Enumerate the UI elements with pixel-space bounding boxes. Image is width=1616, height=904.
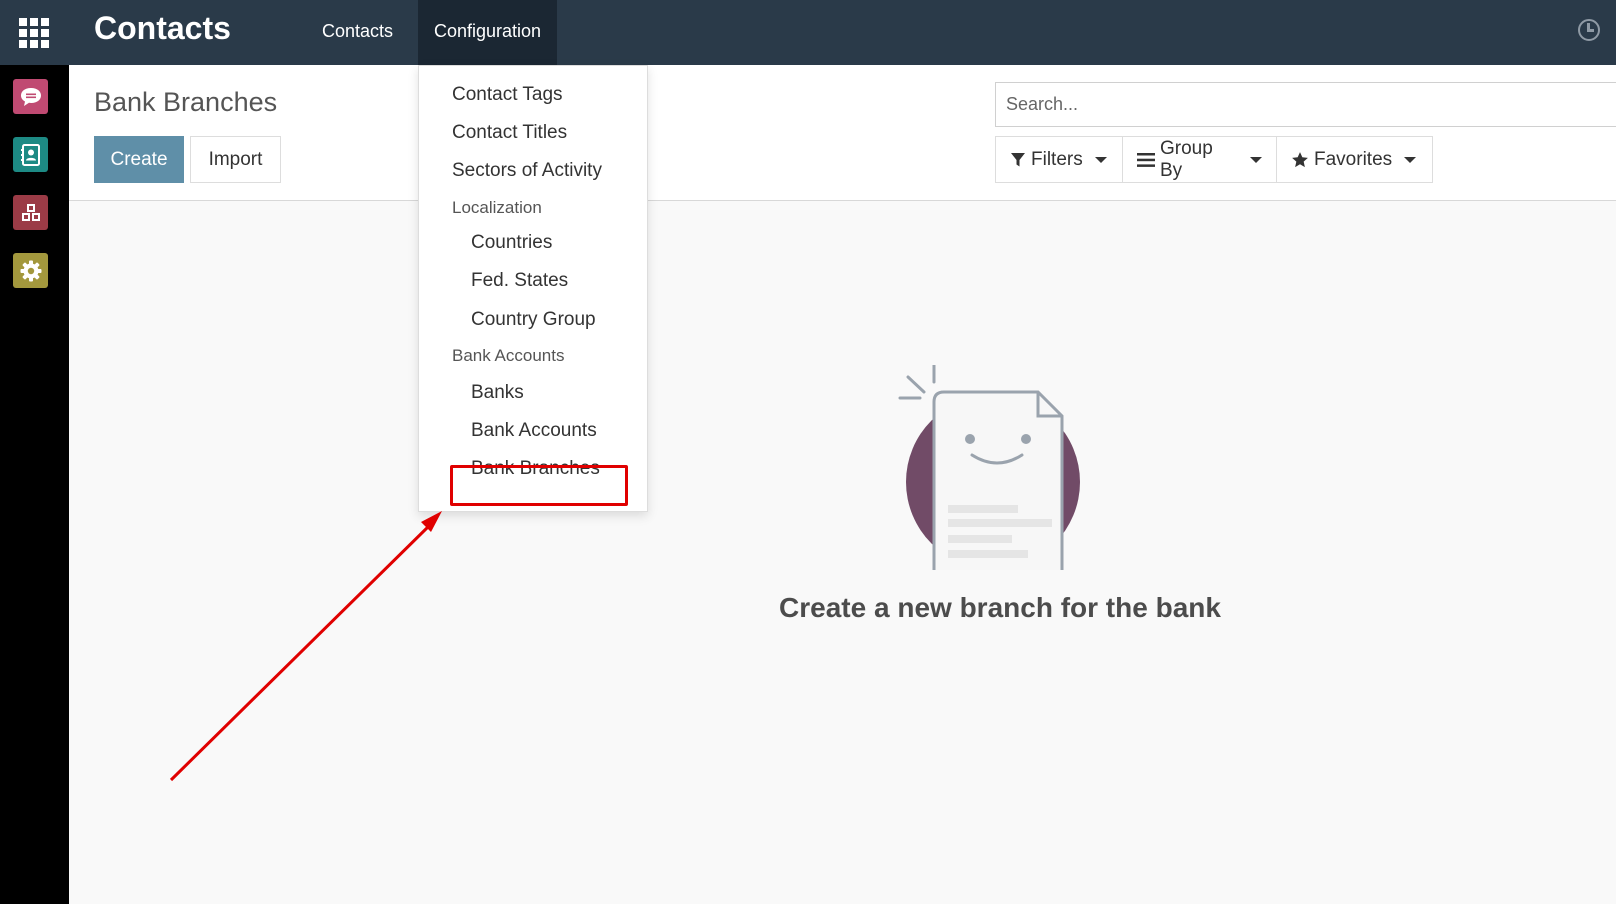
annotation-arrow [169,511,442,782]
